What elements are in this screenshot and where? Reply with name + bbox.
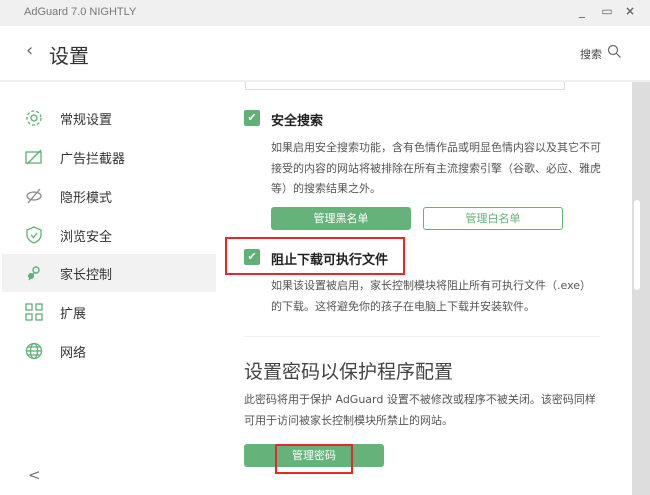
sidebar: 常规设置 广告拦截器 隐形模式 浏览安全 家长控制 扩展 网络 < [0,82,218,495]
content: ✔ 安全搜索 如果启用安全搜索功能，含有色情作品或明显色情内容以及其它不可接受的… [220,82,632,495]
block-exe-checkbox[interactable]: ✔ [244,249,260,265]
sidebar-item-general[interactable]: 常规设置 [2,99,216,137]
sidebar-item-label: 常规设置 [60,112,113,128]
sidebar-item-label: 家长控制 [60,267,113,283]
manage-blacklist-button[interactable]: 管理黑名单 [271,207,411,230]
sidebar-item-extensions[interactable]: 扩展 [2,293,216,331]
parental-icon [24,263,44,283]
safe-search-label: 安全搜索 [271,114,324,129]
divider [244,336,600,337]
globe-icon [24,341,44,361]
page-title: 设置 [49,44,89,68]
gear-icon [24,108,44,128]
minimize-button[interactable]: _ [572,4,592,18]
sidebar-item-browsing-security[interactable]: 浏览安全 [2,216,216,254]
sidebar-item-network[interactable]: 网络 [2,332,216,370]
search-icon[interactable] [607,44,622,59]
password-description: 此密码将用于保护 AdGuard 设置不被修改或程序不被关闭。该密码同样可用于访… [244,393,596,427]
sidebar-item-ad-blocker[interactable]: 广告拦截器 [2,138,216,176]
window-title: AdGuard 7.0 NIGHTLY [24,6,137,18]
back-icon[interactable]: ‹ [26,40,33,61]
sidebar-item-label: 网络 [60,345,87,361]
title-bar: AdGuard 7.0 NIGHTLY _ ▭ × [0,0,650,26]
sidebar-item-label: 浏览安全 [60,229,113,245]
manage-whitelist-button[interactable]: 管理白名单 [423,207,563,230]
eye-off-icon [24,186,44,206]
sidebar-item-stealth[interactable]: 隐形模式 [2,177,216,215]
sidebar-item-label: 隐形模式 [60,190,113,206]
block-exe-label: 阻止下载可执行文件 [271,253,389,268]
text-field[interactable] [245,82,565,90]
ad-block-icon [24,147,44,167]
collapse-sidebar-button[interactable]: < [28,466,41,484]
grid-icon [24,302,44,322]
block-exe-description: 如果该设置被启用，家长控制模块将阻止所有可执行文件（.exe）的下载。这将避免你… [271,279,592,313]
safe-search-checkbox[interactable]: ✔ [244,110,260,126]
sidebar-item-label: 广告拦截器 [60,151,126,167]
search-label[interactable]: 搜索 [580,46,602,62]
close-button[interactable]: × [620,4,640,18]
header: ‹ 设置 搜索 [0,26,650,82]
maximize-button[interactable]: ▭ [597,4,617,18]
scrollbar-thumb[interactable] [634,200,640,290]
safe-search-description: 如果启用安全搜索功能，含有色情作品或明显色情内容以及其它不可接受的内容的网站将被… [271,141,601,195]
password-heading: 设置密码以保护程序配置 [244,361,454,383]
sidebar-item-parental-control[interactable]: 家长控制 [2,254,216,292]
shield-icon [24,225,44,245]
highlight-box [275,444,353,474]
sidebar-item-label: 扩展 [60,306,87,322]
